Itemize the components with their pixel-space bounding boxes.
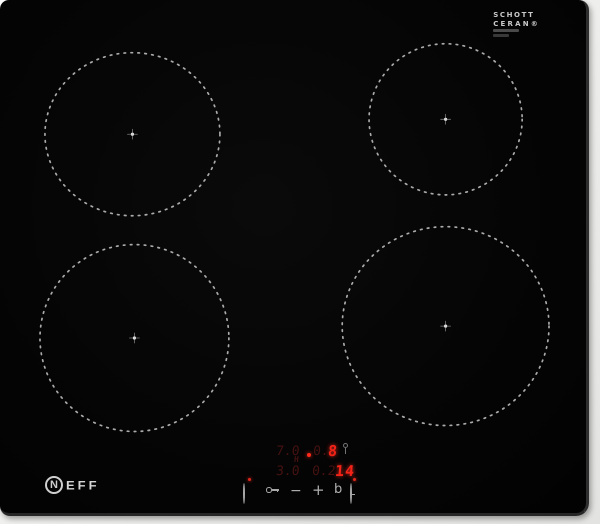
schott-ceran-label: SCHOTT CERAN® — [493, 11, 540, 39]
power-icon — [243, 483, 245, 504]
cooking-zone-bottom-right — [342, 227, 549, 426]
neff-logo-letter: N — [50, 479, 58, 491]
decimal-indicator-led — [307, 453, 311, 457]
ceran-text: CERAN® — [493, 20, 540, 29]
control-panel: 7.0 0. 8 H 3.0 0.2 14 — [236, 438, 368, 506]
neff-logo-ring: N — [45, 476, 63, 494]
minus-button[interactable]: − — [290, 484, 302, 498]
cooking-zone-bottom-left — [40, 245, 229, 432]
display-timer-value: 14 — [334, 462, 356, 480]
cooking-zones — [0, 0, 586, 513]
timer-button[interactable] — [350, 484, 352, 503]
power-button[interactable] — [243, 484, 245, 503]
display-zone-top-right-power: 8 — [327, 442, 338, 460]
cooking-zone-top-right — [369, 44, 522, 195]
neff-logo: N EFF — [45, 476, 100, 494]
neff-logo-rest: EFF — [66, 478, 100, 492]
timer-indicator-led — [353, 478, 356, 481]
plus-button[interactable]: + — [312, 483, 325, 498]
schott-text: SCHOTT — [493, 11, 540, 20]
display-zone-bottom-left: 3.0 — [275, 464, 300, 479]
power-indicator-led — [248, 478, 251, 481]
product-photo-induction-hob: SCHOTT CERAN® N EFF 7.0 0. 8 H — [0, 0, 600, 524]
residual-heat-indicator: H — [294, 455, 300, 464]
cooking-zone-top-left — [45, 53, 220, 216]
timer-clock-icon — [350, 483, 352, 504]
display-zone-bottom-mid: 0.2 — [311, 464, 336, 479]
hob-glass-surface: SCHOTT CERAN® N EFF 7.0 0. 8 H — [0, 0, 589, 516]
fineprint-lines — [493, 29, 540, 37]
booster-button[interactable]: b — [334, 483, 342, 496]
